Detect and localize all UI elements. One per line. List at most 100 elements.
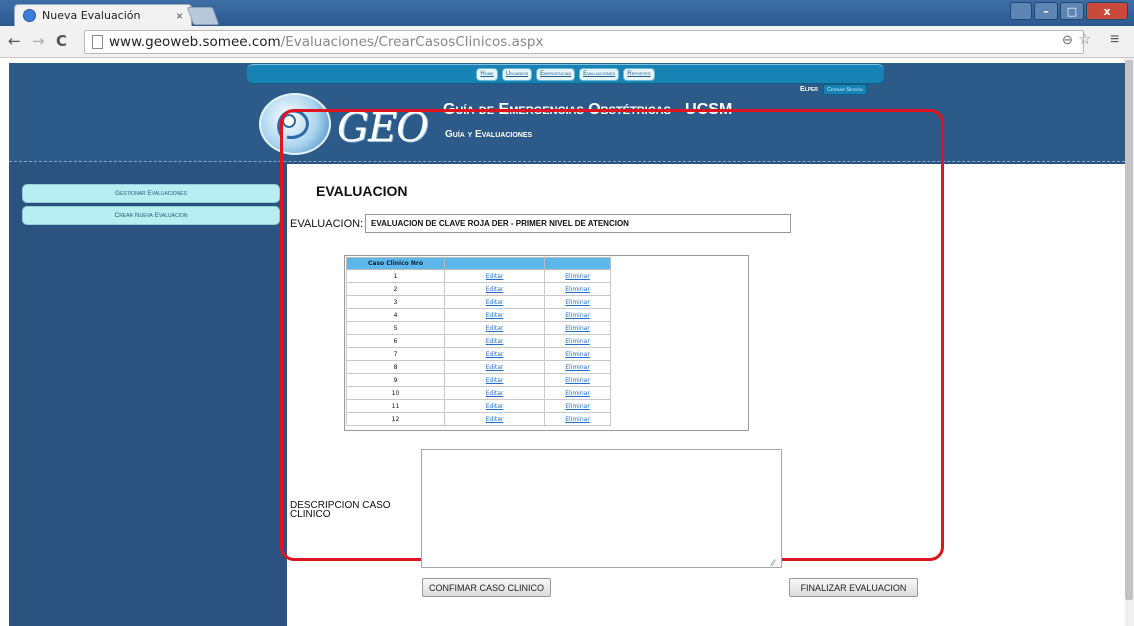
delete-cell: Eliminar: [544, 269, 611, 283]
menu-item-emergencias[interactable]: Emergencias: [536, 67, 576, 81]
window-controls: – □ x: [1010, 2, 1128, 20]
table-row: 1 Editar Eliminar: [346, 269, 611, 283]
close-window-button[interactable]: x: [1086, 2, 1128, 20]
resize-grip-icon[interactable]: ⁄⁄: [772, 558, 775, 568]
edit-cell: Editar: [444, 308, 545, 322]
delete-link[interactable]: Eliminar: [565, 299, 590, 306]
finish-evaluation-button[interactable]: FINALIZAR EVALUACION: [789, 578, 918, 597]
edit-link[interactable]: Editar: [486, 351, 504, 358]
edit-link[interactable]: Editar: [486, 377, 504, 384]
sidebar-item-gestionar-evaluaciones[interactable]: Gestionar Evaluaciones: [22, 184, 280, 203]
table-row: 7 Editar Eliminar: [346, 347, 611, 361]
cases-table-body: 1 Editar Eliminar 2 Editar Eliminar 3 Editar Eli…: [346, 269, 611, 426]
table-row: 10 Editar Eliminar: [346, 386, 611, 400]
main-menu: Home Usuarios Emergencias Evaluaciones R…: [247, 64, 884, 84]
delete-cell: Eliminar: [544, 295, 611, 309]
column-header-case-number: Caso Clinico Nro: [346, 257, 445, 270]
description-textarea[interactable]: [421, 449, 782, 568]
edit-cell: Editar: [444, 282, 545, 296]
new-tab-button[interactable]: [186, 7, 220, 25]
user-name: Elper: [800, 86, 819, 93]
menu-item-evaluaciones[interactable]: Evaluaciones: [579, 67, 620, 81]
edit-link[interactable]: Editar: [486, 390, 504, 397]
evaluation-name-field[interactable]: EVALUACION DE CLAVE ROJA DER - PRIMER NI…: [365, 214, 791, 233]
edit-link[interactable]: Editar: [486, 299, 504, 306]
edit-link[interactable]: Editar: [486, 286, 504, 293]
back-arrow-icon[interactable]: ←: [8, 32, 21, 50]
forward-arrow-icon[interactable]: →: [32, 32, 45, 50]
page-icon: [92, 35, 103, 49]
delete-link[interactable]: Eliminar: [565, 390, 590, 397]
edit-link[interactable]: Editar: [486, 273, 504, 280]
confirm-case-button[interactable]: CONFIMAR CASO CLINICO: [422, 578, 551, 597]
table-row: 12 Editar Eliminar: [346, 412, 611, 426]
edit-link[interactable]: Editar: [486, 364, 504, 371]
edit-cell: Editar: [444, 386, 545, 400]
browser-tab[interactable]: Nueva Evaluación ×: [14, 4, 192, 26]
menu-icon[interactable]: ≡: [1110, 31, 1119, 49]
delete-cell: Eliminar: [544, 321, 611, 335]
logout-button[interactable]: Cerrar Sesión: [823, 84, 867, 95]
edit-cell: Editar: [444, 360, 545, 374]
profile-icon[interactable]: [1010, 2, 1032, 20]
delete-cell: Eliminar: [544, 360, 611, 374]
scrollbar-thumb[interactable]: [1125, 60, 1133, 600]
maximize-button[interactable]: □: [1060, 2, 1084, 20]
scrollbar[interactable]: [1124, 58, 1134, 626]
edit-cell: Editar: [444, 334, 545, 348]
reload-icon[interactable]: C: [56, 32, 67, 50]
edit-link[interactable]: Editar: [486, 325, 504, 332]
sidebar-item-crear-nueva-evaluacion[interactable]: Crear Nueva Evaluacion: [22, 206, 280, 225]
delete-cell: Eliminar: [544, 347, 611, 361]
table-row: 3 Editar Eliminar: [346, 295, 611, 309]
table-row: 9 Editar Eliminar: [346, 373, 611, 387]
delete-cell: Eliminar: [544, 399, 611, 413]
case-number-cell: 6: [346, 334, 445, 348]
delete-cell: Eliminar: [544, 412, 611, 426]
edit-link[interactable]: Editar: [486, 403, 504, 410]
close-icon[interactable]: ×: [176, 9, 183, 23]
case-number-cell: 1: [346, 269, 445, 283]
edit-link[interactable]: Editar: [486, 416, 504, 423]
menu-item-home[interactable]: Home: [476, 67, 498, 81]
delete-link[interactable]: Eliminar: [565, 416, 590, 423]
delete-link[interactable]: Eliminar: [565, 364, 590, 371]
table-row: 11 Editar Eliminar: [346, 399, 611, 413]
minimize-button[interactable]: –: [1034, 2, 1058, 20]
evaluation-label: EVALUACION:: [290, 218, 364, 230]
delete-link[interactable]: Eliminar: [565, 286, 590, 293]
delete-link[interactable]: Eliminar: [565, 351, 590, 358]
edit-cell: Editar: [444, 412, 545, 426]
zoom-icon[interactable]: ⊖: [1062, 32, 1073, 48]
edit-link[interactable]: Editar: [486, 312, 504, 319]
menu-item-reportes[interactable]: Reportes: [623, 67, 655, 81]
case-number-cell: 10: [346, 386, 445, 400]
delete-link[interactable]: Eliminar: [565, 403, 590, 410]
case-number-cell: 5: [346, 321, 445, 335]
edit-cell: Editar: [444, 399, 545, 413]
page-title: EVALUACION: [316, 183, 408, 199]
cases-table: Caso Clinico Nro 1 Editar Eliminar 2 Editar E…: [346, 257, 611, 426]
delete-link[interactable]: Eliminar: [565, 273, 590, 280]
delete-cell: Eliminar: [544, 308, 611, 322]
delete-link[interactable]: Eliminar: [565, 377, 590, 384]
delete-link[interactable]: Eliminar: [565, 312, 590, 319]
column-header-delete: [544, 257, 611, 270]
edit-cell: Editar: [444, 373, 545, 387]
edit-cell: Editar: [444, 321, 545, 335]
menu-item-usuarios[interactable]: Usuarios: [501, 67, 533, 81]
delete-link[interactable]: Eliminar: [565, 338, 590, 345]
globe-icon: [23, 9, 36, 22]
table-row: 4 Editar Eliminar: [346, 308, 611, 322]
case-number-cell: 12: [346, 412, 445, 426]
case-number-cell: 4: [346, 308, 445, 322]
edit-link[interactable]: Editar: [486, 338, 504, 345]
delete-link[interactable]: Eliminar: [565, 325, 590, 332]
table-row: 5 Editar Eliminar: [346, 321, 611, 335]
edit-cell: Editar: [444, 269, 545, 283]
delete-cell: Eliminar: [544, 373, 611, 387]
address-bar[interactable]: www.geoweb.somee.com/Evaluaciones/CrearC…: [84, 30, 1084, 54]
star-icon[interactable]: ☆: [1078, 30, 1091, 48]
column-header-edit: [444, 257, 545, 270]
browser-titlebar: Nueva Evaluación × – □ x: [0, 0, 1134, 26]
